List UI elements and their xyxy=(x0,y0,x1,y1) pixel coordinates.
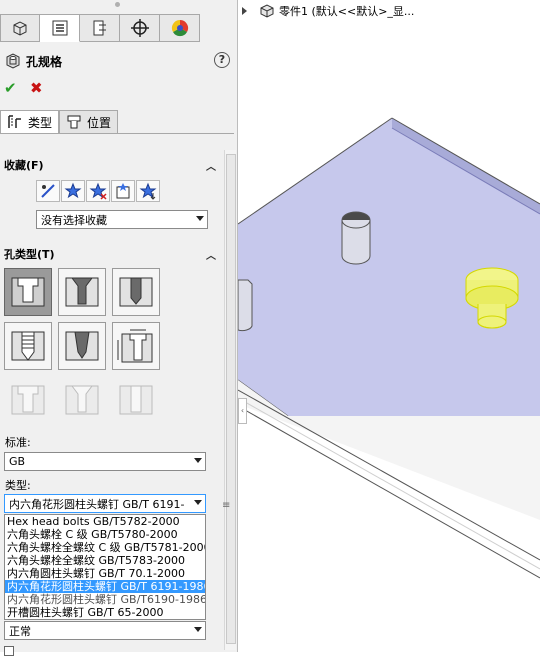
simple-hole-icon xyxy=(119,277,153,307)
list-item[interactable]: Hex head bolts GB/T5782-2000 xyxy=(5,515,205,528)
type-label: 类型: xyxy=(5,479,31,492)
feature-tree-part-label: 零件1 (默认<<默认>_显... xyxy=(279,5,415,18)
configuration-manager-icon xyxy=(93,20,106,36)
hole-type-icon xyxy=(8,115,21,128)
list-item[interactable]: 六角头螺栓全螺纹 C 级 GB/T5781-2000 xyxy=(5,541,205,554)
fit-select[interactable]: 正常 xyxy=(4,621,206,640)
hole-type-section-header[interactable]: 孔类型(T) ︿ xyxy=(4,245,216,263)
tab-type[interactable]: 类型 xyxy=(0,110,60,134)
list-item[interactable]: 开槽圆柱头螺钉 GB/T 65-2000 xyxy=(5,606,205,619)
options-checkbox[interactable] xyxy=(4,646,14,656)
favorites-select-value: 没有选择收藏 xyxy=(41,213,107,227)
graphics-viewport[interactable]: 零件1 (默认<<默认>_显... ‹ xyxy=(238,0,540,652)
load-favorite-button[interactable] xyxy=(136,180,160,202)
delete-favorite-button[interactable] xyxy=(86,180,110,202)
star-delete-icon xyxy=(89,182,107,200)
counterbore-button[interactable] xyxy=(4,268,52,316)
tab-feature-tree[interactable] xyxy=(0,14,40,42)
resize-grip-icon[interactable]: ≡ xyxy=(222,500,230,511)
feature-tree-icon xyxy=(13,21,27,36)
dropdown-arrow-icon xyxy=(194,458,202,463)
countersink-slot-icon xyxy=(65,385,99,415)
tab-position-label: 位置 xyxy=(87,115,112,130)
expand-arrow-icon[interactable] xyxy=(242,7,247,15)
cancel-button[interactable]: ✖ xyxy=(30,79,43,97)
hole-spec-tabs: 类型 位置 xyxy=(0,110,119,134)
property-manager-icon xyxy=(52,20,67,36)
favorites-toolbar xyxy=(36,180,161,202)
panel-scrollbar[interactable] xyxy=(224,150,236,650)
dropdown-arrow-icon xyxy=(196,216,204,221)
type-select[interactable]: 内六角花形圆柱头螺钉 GB/T 6191- xyxy=(4,494,206,513)
dropdown-arrow-icon xyxy=(194,627,202,632)
counterbore-slot-icon xyxy=(11,385,45,415)
type-dropdown-list[interactable]: Hex head bolts GB/T5782-2000 六角头螺栓 C 级 G… xyxy=(4,514,206,620)
standard-label: 标准: xyxy=(5,436,31,449)
add-favorite-button[interactable] xyxy=(61,180,85,202)
tab-display-manager[interactable] xyxy=(160,14,200,42)
display-manager-icon xyxy=(171,19,188,37)
property-manager-panel: 孔规格 ? ✔ ✖ 类型 位置 收藏(F) ︿ 没有选择收藏 孔类型(T) ︿ … xyxy=(0,0,238,656)
list-item[interactable]: 内六角圆柱头螺钉 GB/T 70.1-2000 xyxy=(5,567,205,580)
hole-position-icon xyxy=(67,115,81,129)
tapered-tap-icon xyxy=(65,331,99,361)
straight-tap-icon xyxy=(11,331,45,361)
collapse-chevron-icon[interactable]: ︿ xyxy=(206,158,216,173)
tapered-tap-button[interactable] xyxy=(58,322,106,370)
list-item[interactable]: 六角头螺栓全螺纹 GB/T5783-2000 xyxy=(5,554,205,567)
tab-property-manager[interactable] xyxy=(40,14,80,42)
part-icon xyxy=(260,4,274,18)
tab-divider xyxy=(0,133,234,134)
tab-configuration-manager[interactable] xyxy=(80,14,120,42)
favorites-header: 收藏(F) xyxy=(4,159,44,172)
standard-select[interactable]: GB xyxy=(4,452,206,471)
favorites-select[interactable]: 没有选择收藏 xyxy=(36,210,208,229)
star-load-icon xyxy=(139,182,157,200)
feature-tree-root[interactable]: 零件1 (默认<<默认>_显... xyxy=(242,3,414,19)
save-favorite-button[interactable] xyxy=(111,180,135,202)
collapse-chevron-icon[interactable]: ︿ xyxy=(206,247,216,262)
dimxpert-icon xyxy=(130,19,149,37)
hole-type-header: 孔类型(T) xyxy=(4,248,55,261)
star-add-icon xyxy=(64,182,82,199)
straight-tap-button[interactable] xyxy=(4,322,52,370)
type-select-value: 内六角花形圆柱头螺钉 GB/T 6191- xyxy=(9,497,185,511)
tab-dimxpert[interactable] xyxy=(120,14,160,42)
panel-title-row: 孔规格 ? xyxy=(4,50,232,72)
legacy-hole-icon xyxy=(117,329,153,363)
tab-position[interactable]: 位置 xyxy=(59,110,119,134)
legacy-hole-button[interactable] xyxy=(112,322,160,370)
apply-defaults-icon xyxy=(41,184,55,198)
countersink-button[interactable] xyxy=(58,268,106,316)
manager-tabs xyxy=(0,14,200,42)
scrollbar-thumb[interactable] xyxy=(226,154,236,644)
tab-type-label: 类型 xyxy=(28,115,53,130)
help-icon[interactable]: ? xyxy=(214,52,230,68)
ok-button[interactable]: ✔ xyxy=(4,79,17,97)
fit-select-value: 正常 xyxy=(9,624,31,638)
counterbore-icon xyxy=(11,277,45,307)
list-item[interactable]: 六角头螺栓 C 级 GB/T5780-2000 xyxy=(5,528,205,541)
favorites-section-header[interactable]: 收藏(F) ︿ xyxy=(4,156,216,174)
hole-button[interactable] xyxy=(112,268,160,316)
slot-button[interactable] xyxy=(112,376,160,424)
list-item-selected[interactable]: 内六角花形圆柱头螺钉 GB/T 6191-1986 xyxy=(5,580,205,593)
countersink-icon xyxy=(65,277,99,307)
panel-grip[interactable] xyxy=(115,2,120,7)
part-model xyxy=(238,117,540,579)
standard-select-value: GB xyxy=(9,455,26,468)
dropdown-arrow-icon xyxy=(194,500,202,505)
panel-title: 孔规格 xyxy=(26,54,63,69)
slot-icon xyxy=(119,385,153,415)
countersink-slot-button[interactable] xyxy=(58,376,106,424)
apply-defaults-button[interactable] xyxy=(36,180,60,202)
counterbore-slot-button[interactable] xyxy=(4,376,52,424)
list-item[interactable]: 内六角花形圆柱头螺钉 GB/T6190-1986 xyxy=(5,593,205,606)
star-save-icon xyxy=(116,183,130,199)
hole-wizard-icon xyxy=(6,53,20,69)
panel-collapse-handle[interactable]: ‹ xyxy=(238,398,247,424)
